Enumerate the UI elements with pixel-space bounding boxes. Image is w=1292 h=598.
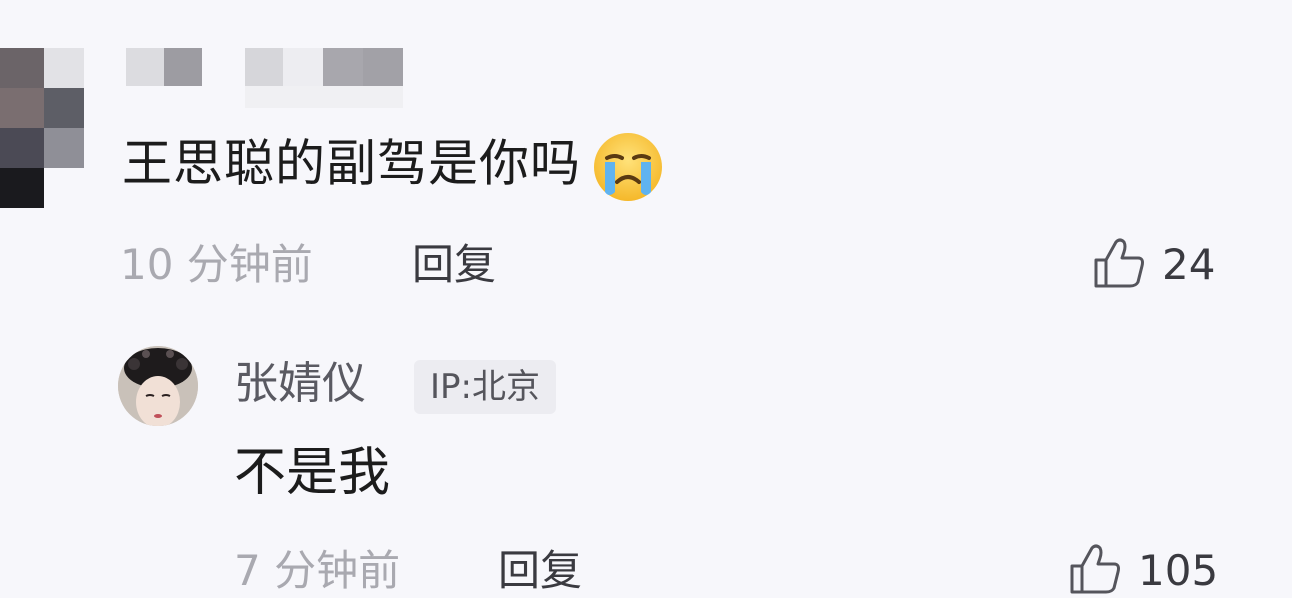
comment-timestamp: 10 分钟前 [120,240,313,289]
thumbs-up-icon [1094,238,1144,288]
reply-username[interactable]: 张婧仪 [234,356,366,412]
reply-reply-button[interactable]: 回复 [498,544,582,598]
ip-location-badge: IP:北京 [414,360,556,414]
avatar-image [118,346,198,426]
reply-text: 不是我 [234,443,391,503]
comment-like-count: 24 [1162,240,1216,289]
comment-text: 王思聪的副驾是你吗 [122,130,665,204]
reply-like-count: 105 [1138,546,1219,595]
comment-reply-button[interactable]: 回复 [412,238,496,292]
comment-body: 王思聪的副驾是你吗 [122,134,581,193]
reply-timestamp: 7 分钟前 [234,546,401,595]
thumbs-up-icon [1070,544,1120,594]
crying-face-emoji-icon [594,133,662,201]
reply-avatar[interactable] [118,346,198,426]
